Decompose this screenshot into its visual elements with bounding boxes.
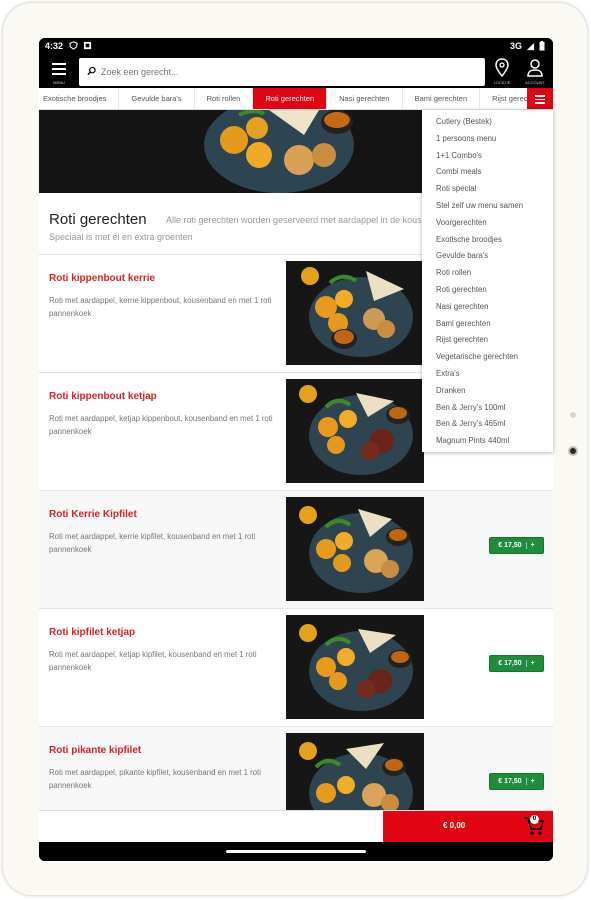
menu-button[interactable]: MENU [43,56,75,86]
item-name: Roti kippenbout ketjap [49,391,157,402]
shield-icon [69,41,78,50]
item-description: Roti met aardappel, kerrie kippenbout, k… [49,296,272,318]
item-description: Roti met aardappel, ketjap kipfilet, kou… [49,650,257,672]
category-nav: Exotische broodjes Gevulde bara's Roti r… [39,88,553,110]
category-tab[interactable]: Gevulde bara's [119,88,195,109]
status-bar: 4:32 3G [39,38,553,54]
dropdown-item[interactable]: Bami gerechten [422,316,553,333]
category-menu-button[interactable] [527,88,553,109]
cart-button[interactable]: € 0,00 0 [383,811,553,843]
add-to-cart-button[interactable]: € 17,50 + [489,773,544,790]
location-button[interactable]: LOCATIE [488,57,516,87]
dropdown-item[interactable]: Magnum Pints 440ml [422,433,553,450]
dropdown-item[interactable]: Roti gerechten [422,282,553,299]
dropdown-item[interactable]: Voorgerechten [422,215,553,232]
menu-item[interactable]: Roti Kerrie Kipfilet Roti met aardappel,… [39,491,553,609]
category-tab[interactable]: Nasi gerechten [327,88,403,109]
dropdown-item[interactable]: 1+1 Combo's [422,148,553,165]
item-description: Roti met aardappel, ketjap kippenbout, k… [49,414,273,436]
dropdown-item[interactable]: Roti rollen [422,265,553,282]
user-icon [527,59,543,77]
food-plate-image [286,261,424,365]
food-plate-image [286,379,424,483]
cart-total: € 0,00 [443,821,466,830]
account-label: ACCOUNT [525,80,545,85]
camera-dot [568,446,578,456]
dropdown-item[interactable]: Nasi gerechten [422,299,553,316]
menu-item[interactable]: Roti kipfilet ketjap Roti met aardappel,… [39,609,553,727]
location-label: LOCATIE [493,80,511,85]
sensor-dot [570,412,576,418]
status-time: 4:32 [45,41,64,51]
plus-icon: + [525,542,535,549]
dropdown-item[interactable]: Dranken [422,383,553,400]
signal-icon [526,42,535,50]
home-indicator[interactable] [226,850,366,853]
category-dropdown: Cutlery (Bestek) 1 persoons menu 1+1 Com… [422,110,553,452]
food-plate-image [286,615,424,719]
category-tab[interactable]: Bami gerechten [403,88,481,109]
cart-count-badge: 0 [530,815,539,824]
search-box[interactable] [79,58,485,86]
item-name: Roti kipfilet ketjap [49,627,136,638]
dropdown-item[interactable]: Ben & Jerry's 100ml [422,400,553,417]
bottom-bar: € 0,00 0 [39,810,553,843]
item-name: Roti Kerrie Kipfilet [49,509,137,520]
category-tab[interactable]: Exotische broodjes [39,88,120,109]
dropdown-item[interactable]: Extra's [422,366,553,383]
dropdown-item[interactable]: Roti special [422,181,553,198]
dropdown-item[interactable]: Stel zelf uw menu samen [422,198,553,215]
item-price: € 17,50 [498,778,522,785]
dropdown-item[interactable]: Exotische broodjes [422,232,553,249]
dropdown-item[interactable]: Gevulde bara's [422,248,553,265]
plus-icon: + [525,660,535,667]
food-plate-image [286,733,424,810]
item-price: € 17,50 [498,660,522,667]
top-bar: MENU LOCATIE ACCOUNT [39,54,553,88]
category-tab-active[interactable]: Roti gerechten [253,88,328,109]
item-name: Roti kippenbout kerrie [49,273,156,284]
menu-label: MENU [53,80,65,85]
add-to-cart-button[interactable]: € 17,50 + [489,537,544,554]
item-description: Roti met aardappel, pikante kipfilet, ko… [49,768,261,790]
category-tab[interactable]: Roti rollen [195,88,254,109]
item-photo [286,615,424,719]
search-icon [87,66,96,76]
dropdown-item[interactable]: Ben & Jerry's 465ml [422,416,553,433]
dropdown-item[interactable]: Combi meals [422,164,553,181]
section-description: Alle roti gerechten worden geserveerd me… [49,215,450,242]
location-pin-icon [495,58,509,78]
system-nav-bar [39,842,553,861]
dropdown-item[interactable]: Cutlery (Bestek) [422,114,553,131]
account-button[interactable]: ACCOUNT [521,57,549,87]
item-photo [286,261,424,365]
item-description: Roti met aardappel, kerrie kipfilet, kou… [49,532,256,554]
item-photo [286,733,424,810]
item-photo [286,379,424,483]
dropdown-item[interactable]: Vegetarische gerechten [422,349,553,366]
plus-icon: + [525,778,535,785]
network-type: 3G [509,41,522,51]
item-photo [286,497,424,601]
dropdown-item[interactable]: Rijst gerechten [422,332,553,349]
dropdown-item[interactable]: 1 persoons menu [422,131,553,148]
notification-icon [83,41,92,50]
item-price: € 17,50 [498,542,522,549]
search-input[interactable] [101,62,471,82]
item-name: Roti pikante kipfilet [49,745,142,756]
battery-icon [539,41,545,51]
food-plate-image [286,497,424,601]
add-to-cart-button[interactable]: € 17,50 + [489,655,544,672]
menu-item[interactable]: Roti pikante kipfilet Roti met aardappel… [39,727,553,810]
